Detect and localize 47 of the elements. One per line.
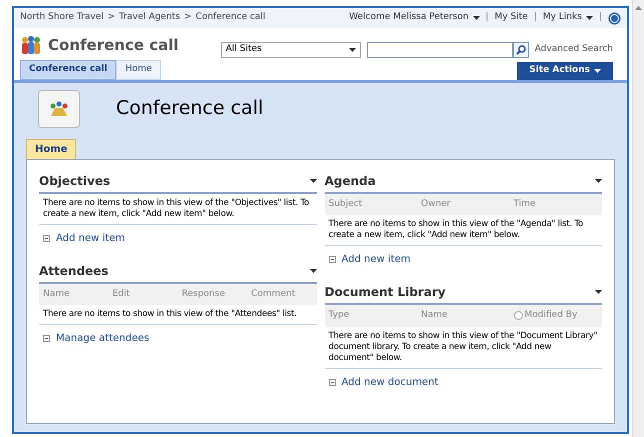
caret-icon [348,48,356,52]
top-link[interactable]: My Links [542,11,593,25]
nav-tab[interactable]: Home [116,60,161,80]
add-link[interactable]: Add new item [56,230,125,246]
empty-list-message: There are no items to show in this view of the "Agenda" list. To create a new item, click "Add new item" below. [324,215,602,246]
web-part-title: Document Library [324,284,446,301]
nav-tab[interactable]: Conference call [20,60,116,80]
empty-list-message: There are no items to show in this view of the "Attendees" list. [39,305,316,325]
breadcrumb-link[interactable]: Travel Agents [119,11,180,25]
breadcrumb-separator: > [108,11,116,24]
add-link[interactable]: Manage attendees [56,331,150,346]
empty-list-message: There are no items to show in this view of the "Objectives" list. To create a new item, click "Add new item" below. [39,194,316,224]
breadcrumb-link[interactable]: North Shore Travel [20,11,104,25]
add-link[interactable]: Add new document [342,374,438,390]
site-title: Conference call [48,35,179,56]
breadcrumb-link[interactable]: Conference call [196,11,266,25]
search-icon[interactable] [516,45,526,55]
caret-icon [595,290,602,294]
top-link[interactable]: Welcome Melissa Peterson [349,11,480,25]
web-part-title: Agenda [324,172,376,190]
caret-icon [595,178,602,182]
people-icon [20,35,42,56]
conference-table-icon [48,100,70,116]
add-link[interactable]: Add new item [342,252,410,267]
breadcrumb-separator: > [184,11,192,24]
expand-icon [43,335,50,342]
page-tab[interactable]: Home [26,138,76,158]
scope-dropdown[interactable]: All Sites [220,42,361,58]
web-part-title: Objectives [39,172,110,190]
caret-icon [310,178,316,182]
expand-icon [43,234,50,242]
expand-icon [328,378,336,386]
search-field[interactable] [366,42,513,58]
advanced-search-link[interactable]: Advanced Search [534,43,613,57]
link-separator: | [598,11,602,24]
caret-icon [310,268,316,272]
link-separator: | [534,11,537,24]
link-separator: | [486,11,489,24]
empty-list-message: There are no items to show in this view of the "Document Library" document library. To create a new item, click "Add new document" below. [324,326,602,368]
scroll-up-icon[interactable] [635,6,642,10]
top-link[interactable]: My Site [494,11,528,25]
site-actions-button[interactable]: Site Actions [517,62,613,80]
page-title: Conference call [116,96,264,122]
web-part-title: Attendees [39,262,108,280]
expand-icon [328,256,336,263]
help-icon[interactable] [608,12,621,24]
caret-icon [594,68,601,73]
